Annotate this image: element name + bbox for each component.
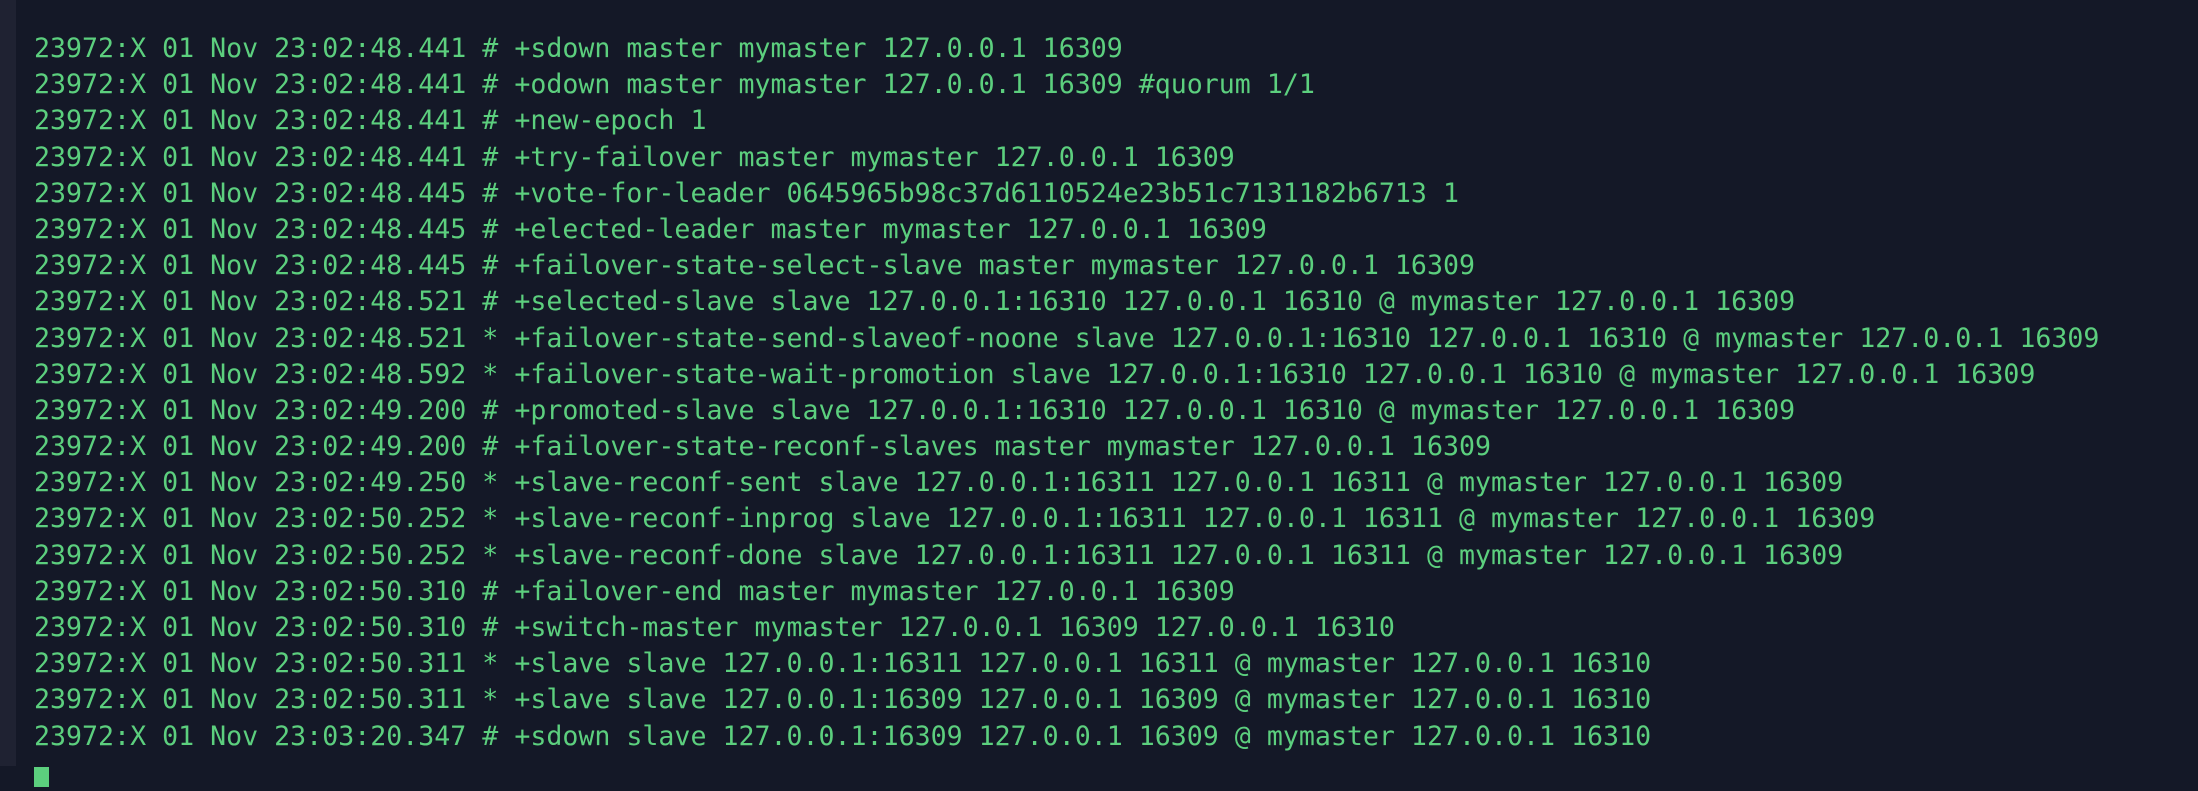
prompt-line[interactable] [34, 755, 2099, 791]
log-line: 23972:X 01 Nov 23:02:48.441 # +new-epoch… [34, 105, 707, 137]
log-line: 23972:X 01 Nov 23:03:20.347 # +sdown sla… [34, 720, 1652, 752]
cursor-block [34, 766, 49, 787]
log-line: 23972:X 01 Nov 23:02:50.310 # +failover-… [34, 575, 1235, 607]
log-line: 23972:X 01 Nov 23:02:48.441 # +odown mas… [34, 69, 1315, 101]
log-line: 23972:X 01 Nov 23:02:50.311 * +slave sla… [34, 684, 1652, 716]
log-line: 23972:X 01 Nov 23:02:50.311 * +slave sla… [34, 648, 1652, 680]
log-line: 23972:X 01 Nov 23:02:49.200 # +promoted-… [34, 394, 1796, 426]
log-line: 23972:X 01 Nov 23:02:49.250 * +slave-rec… [34, 467, 1844, 499]
log-line: 23972:X 01 Nov 23:02:48.445 # +vote-for-… [34, 177, 1459, 209]
log-line: 23972:X 01 Nov 23:02:48.521 * +failover-… [34, 322, 2100, 354]
window-edge [0, 0, 16, 766]
log-line: 23972:X 01 Nov 23:02:48.592 * +failover-… [34, 358, 2036, 390]
log-line: 23972:X 01 Nov 23:02:48.521 # +selected-… [34, 286, 1796, 318]
log-line: 23972:X 01 Nov 23:02:49.200 # +failover-… [34, 431, 1491, 463]
log-line: 23972:X 01 Nov 23:02:50.252 * +slave-rec… [34, 503, 1876, 535]
terminal-output[interactable]: 23972:X 01 Nov 23:02:48.441 # +sdown mas… [34, 31, 2099, 791]
log-line: 23972:X 01 Nov 23:02:48.445 # +elected-l… [34, 213, 1267, 245]
log-line: 23972:X 01 Nov 23:02:48.441 # +try-failo… [34, 141, 1235, 173]
log-line: 23972:X 01 Nov 23:02:48.445 # +failover-… [34, 250, 1475, 282]
log-line: 23972:X 01 Nov 23:02:48.441 # +sdown mas… [34, 33, 1123, 64]
log-line: 23972:X 01 Nov 23:02:50.252 * +slave-rec… [34, 539, 1844, 571]
log-line: 23972:X 01 Nov 23:02:50.310 # +switch-ma… [34, 612, 1395, 643]
